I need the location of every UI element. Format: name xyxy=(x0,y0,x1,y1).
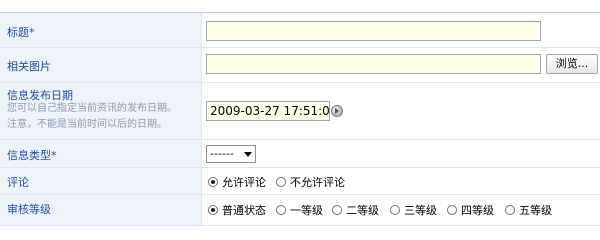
label-cell: 信息类型* xyxy=(0,140,202,167)
radio-checked-icon[interactable] xyxy=(208,177,218,187)
radio-label: 二等级 xyxy=(346,204,379,217)
row-info-type: 信息类型* ------ xyxy=(0,140,600,168)
browse-button[interactable]: 浏览... xyxy=(546,54,598,74)
radio-level-4[interactable]: 四等级 xyxy=(447,202,494,218)
image-path-input[interactable] xyxy=(206,54,541,74)
review-level-label: 审核等级 xyxy=(7,203,51,216)
radio-label: 三等级 xyxy=(404,204,437,217)
radio-unchecked-icon[interactable] xyxy=(332,205,342,215)
required-mark: * xyxy=(29,26,35,39)
radio-label: 允许评论 xyxy=(222,176,266,189)
row-image: 相关图片 浏览... xyxy=(0,48,600,83)
label-cell: 评论 xyxy=(0,168,202,194)
radio-unchecked-icon[interactable] xyxy=(276,205,286,215)
publish-date-input[interactable]: 2009-03-27 17:51:08 xyxy=(206,101,330,121)
label-cell: 标题* xyxy=(0,13,202,47)
radio-label: 普通状态 xyxy=(222,204,266,217)
chevron-down-icon xyxy=(244,152,252,157)
title-label: 标题 xyxy=(7,26,29,39)
radio-disallow-comment[interactable]: 不允许评论 xyxy=(276,174,345,190)
radio-label: 五等级 xyxy=(519,204,552,217)
publish-date-hint-2: 注意，不能是当前时间以后的日期。 xyxy=(7,119,167,130)
calendar-picker-icon[interactable] xyxy=(331,105,343,117)
radio-label: 不允许评论 xyxy=(290,176,345,189)
radio-label: 一等级 xyxy=(290,204,323,217)
radio-checked-icon[interactable] xyxy=(208,205,218,215)
radio-level-3[interactable]: 三等级 xyxy=(390,202,437,218)
row-review-level: 审核等级 普通状态 一等级 二等级 三等级 四等级 五等级 xyxy=(0,195,600,226)
info-type-select[interactable]: ------ xyxy=(206,145,256,163)
publish-date-hint-1: 您可以自己指定当前资讯的发布日期。 xyxy=(7,103,177,114)
info-type-label: 信息类型 xyxy=(7,149,51,162)
radio-label: 四等级 xyxy=(461,204,494,217)
row-title: 标题* xyxy=(0,13,600,48)
image-label: 相关图片 xyxy=(7,60,51,73)
radio-unchecked-icon[interactable] xyxy=(390,205,400,215)
radio-level-5[interactable]: 五等级 xyxy=(505,202,552,218)
title-input[interactable] xyxy=(206,21,541,41)
radio-level-1[interactable]: 一等级 xyxy=(276,202,323,218)
info-type-selected: ------ xyxy=(210,147,234,160)
radio-level-normal[interactable]: 普通状态 xyxy=(208,202,266,218)
radio-unchecked-icon[interactable] xyxy=(447,205,457,215)
label-cell: 相关图片 xyxy=(0,48,202,82)
radio-unchecked-icon[interactable] xyxy=(276,177,286,187)
row-publish-date: 信息发布日期 您可以自己指定当前资讯的发布日期。 注意，不能是当前时间以后的日期… xyxy=(0,83,600,140)
label-cell: 信息发布日期 您可以自己指定当前资讯的发布日期。 注意，不能是当前时间以后的日期… xyxy=(0,83,202,139)
article-form: 标题* 相关图片 浏览... 信息发布日期 您可以自己指定当前资讯的发布日期。 … xyxy=(0,0,600,227)
radio-level-2[interactable]: 二等级 xyxy=(332,202,379,218)
row-comment: 评论 允许评论 不允许评论 xyxy=(0,168,600,195)
required-mark: * xyxy=(51,149,57,162)
radio-allow-comment[interactable]: 允许评论 xyxy=(208,174,266,190)
label-cell: 审核等级 xyxy=(0,195,202,225)
comment-label: 评论 xyxy=(7,176,29,189)
radio-unchecked-icon[interactable] xyxy=(505,205,515,215)
